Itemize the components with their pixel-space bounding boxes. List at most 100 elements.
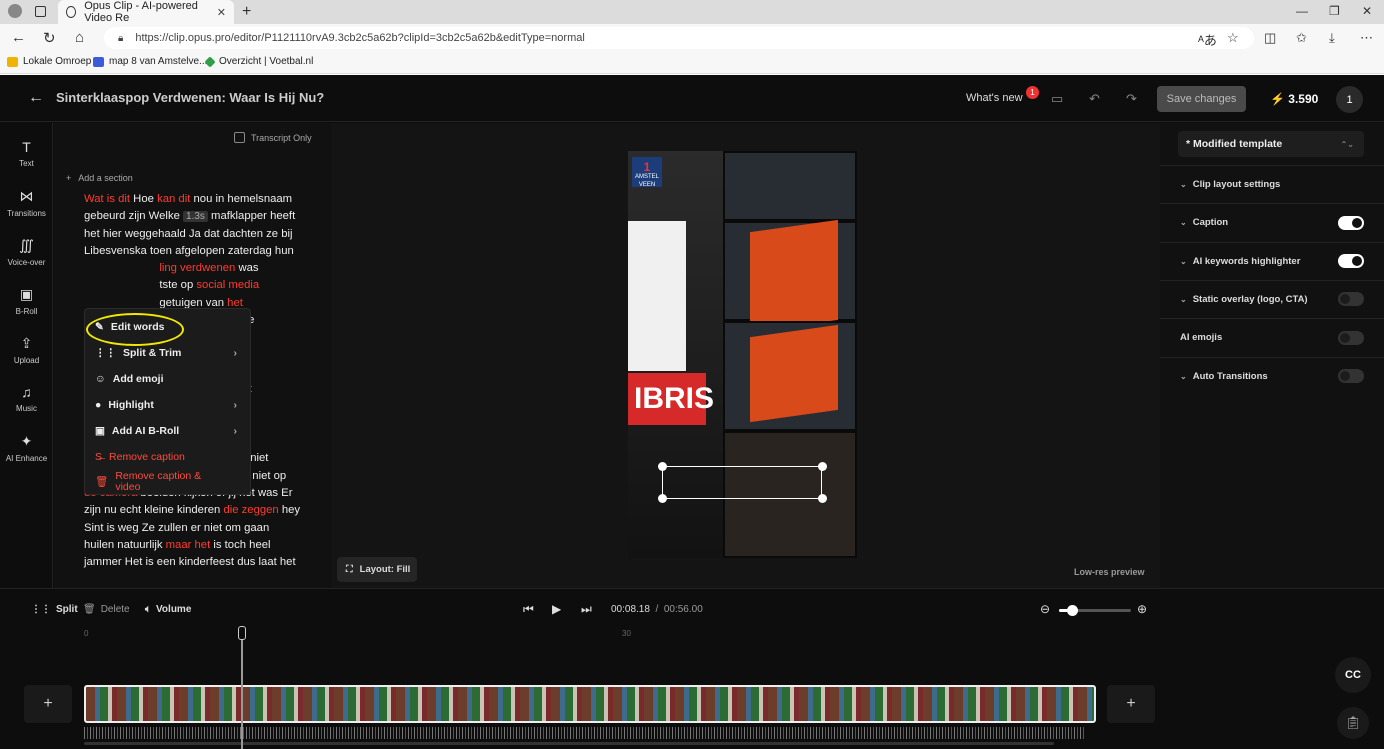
zoom-slider[interactable] <box>1059 605 1131 616</box>
transcript-word[interactable]: gebeurd zijn Welke <box>84 210 183 222</box>
close-window-icon[interactable]: ✕ <box>1362 4 1372 18</box>
back-arrow-icon[interactable]: ← <box>28 89 44 107</box>
delete-button[interactable]: 🗑︎ Delete <box>83 604 130 615</box>
save-changes-button[interactable]: Save changes <box>1157 86 1246 112</box>
transcript-line[interactable]: tste op social media <box>84 277 324 294</box>
skip-back-icon[interactable]: ⏮ <box>523 602 534 617</box>
sidebar-item-voice-over[interactable]: ∭ Voice-over <box>0 237 53 267</box>
transcript-word[interactable]: getuigen van <box>84 297 227 309</box>
home-icon[interactable]: ⌂ <box>75 29 84 46</box>
toggle-switch[interactable] <box>1338 292 1364 307</box>
keyword-highlight[interactable]: Wat is dit <box>84 193 130 205</box>
favorites-icon[interactable]: ✩ <box>1296 30 1307 46</box>
skip-forward-icon[interactable]: ⏭ <box>581 602 592 617</box>
keyword-highlight[interactable]: het <box>227 297 243 309</box>
keyword-highlight[interactable]: social media <box>196 279 259 291</box>
transcript-line[interactable]: gebeurd zijn Welke 1.3s mafklapper heeft <box>84 208 324 225</box>
sidebar-item-text[interactable]: T Text <box>0 139 53 168</box>
sidebar-item-ai-enhance[interactable]: ✦ AI Enhance <box>0 433 53 463</box>
profile-icon[interactable] <box>8 4 22 18</box>
add-clip-before-button[interactable]: + <box>24 685 72 723</box>
resize-handle[interactable] <box>658 494 667 503</box>
keyword-highlight[interactable]: ling verdwenen <box>159 262 235 274</box>
bookmark-lokale-omroep[interactable]: Lokale Omroep <box>7 56 91 67</box>
transcript-word[interactable]: Sint is weg Ze zullen er niet om gaan <box>84 522 269 534</box>
downloads-icon[interactable]: ⤓ <box>1329 30 1335 46</box>
volume-button[interactable]: 🔈︎ Volume <box>145 604 191 615</box>
lock-icon[interactable]: 🔒︎ <box>118 33 123 44</box>
url-field[interactable]: 🔒︎ https://clip.opus.pro/editor/P1121110… <box>104 27 1254 49</box>
transcript-line[interactable]: zijn nu echt kleine kinderen die zeggen … <box>84 502 324 519</box>
setting-row[interactable]: ⌄ AI keywords highlighter <box>1160 241 1384 280</box>
transcript-line[interactable]: jammer Het is een kinderfeest dus laat h… <box>84 554 324 571</box>
toggle-switch[interactable] <box>1338 369 1364 383</box>
transcript-line[interactable]: Libesvenska toen afgelopen zaterdag hun <box>84 243 324 260</box>
video-frame[interactable]: IBRIS 1 AMSTEL VEEN <box>628 151 857 558</box>
add-emoji-item[interactable]: ☺ Add emoji <box>95 373 245 385</box>
transcript-line[interactable]: het hier weggehaald Ja dat dachten ze bi… <box>84 226 324 243</box>
avatar[interactable]: 1 <box>1336 86 1363 113</box>
transcript-word[interactable]: jammer Het is een kinderfeest dus laat h… <box>84 556 296 568</box>
remove-caption-item[interactable]: S̶ Remove caption <box>95 451 245 463</box>
sidebar-item-upload[interactable]: ⇪ Upload <box>0 335 53 365</box>
new-tab-icon[interactable]: + <box>242 3 251 21</box>
reload-icon[interactable]: ↻ <box>43 29 56 47</box>
play-icon[interactable]: ▶ <box>552 602 561 616</box>
transcript-word[interactable]: mafklapper heeft <box>208 210 295 222</box>
sidebar-item-music[interactable]: ♫ Music <box>0 384 53 413</box>
timeline-scrollbar[interactable] <box>84 742 1054 745</box>
remove-caption-video-item[interactable]: 🗑︎ Remove caption & video <box>95 471 205 493</box>
resize-handle[interactable] <box>818 494 827 503</box>
sidebar-item-transitions[interactable]: ⋈ Transitions <box>0 188 53 218</box>
transcript-word[interactable]: huilen natuurlijk <box>84 539 166 551</box>
translate-icon[interactable]: ᴬあ <box>1198 30 1217 49</box>
transcript-word[interactable] <box>84 262 159 274</box>
clipboard-icon[interactable]: 📋︎ <box>1337 707 1369 739</box>
transcript-word[interactable]: hey <box>279 504 300 516</box>
highlight-item[interactable]: ● Highlight › <box>95 399 245 411</box>
setting-row[interactable]: ⌄ Static overlay (logo, CTA) <box>1160 279 1384 318</box>
captions-toggle-button[interactable]: CC <box>1335 657 1371 693</box>
credits-counter[interactable]: ⚡ 3.590 <box>1270 92 1318 106</box>
toggle-switch[interactable] <box>1338 330 1364 345</box>
zoom-out-icon[interactable]: ⊖ <box>1040 602 1050 616</box>
transcript-word[interactable]: Libesvenska toen afgelopen zaterdag hun <box>84 245 294 257</box>
toggle-switch[interactable] <box>1338 254 1364 269</box>
playhead-handle[interactable] <box>238 626 246 640</box>
transcript-word[interactable]: nou in hemelsnaam <box>190 193 292 205</box>
browser-tab[interactable]: Opus Clip - AI-powered Video Re ✕ <box>58 0 234 24</box>
caption-bounding-box[interactable] <box>662 466 822 499</box>
checkbox-icon[interactable] <box>234 132 245 143</box>
zoom-slider-knob[interactable] <box>1066 605 1078 616</box>
layout-fill-button[interactable]: ⛶ Layout: Fill <box>337 557 417 582</box>
transcript-line[interactable]: ling verdwenen was <box>84 260 324 277</box>
transcript-line[interactable]: huilen natuurlijk maar het is toch heel <box>84 537 324 554</box>
transcript-word[interactable]: het hier weggehaald Ja dat dachten ze bi… <box>84 228 293 240</box>
aspect-ratio-icon[interactable]: ▭ <box>1051 91 1063 107</box>
add-clip-after-button[interactable]: + <box>1107 685 1155 723</box>
setting-row[interactable]: ⌄ Caption <box>1160 203 1384 241</box>
split-trim-item[interactable]: ⋮⋮ Split & Trim › <box>95 347 245 359</box>
video-track-strip[interactable] <box>84 685 1096 723</box>
zoom-in-icon[interactable]: ⊕ <box>1137 602 1147 616</box>
add-section-button[interactable]: + Add a section <box>66 173 133 183</box>
whats-new-link[interactable]: What's new <box>966 92 1023 104</box>
template-select[interactable]: * Modified template ⌃⌄ <box>1178 131 1364 157</box>
undo-icon[interactable]: ↶ <box>1089 91 1100 107</box>
transcript-word[interactable]: is toch heel <box>210 539 270 551</box>
transcript-word[interactable]: was <box>235 262 258 274</box>
transcript-line[interactable]: Sint is weg Ze zullen er niet om gaan <box>84 520 324 537</box>
toggle-switch[interactable] <box>1338 215 1364 230</box>
tab-actions-icon[interactable] <box>35 6 46 17</box>
resize-handle[interactable] <box>818 462 827 471</box>
setting-row[interactable]: ⌄ Auto Transitions <box>1160 356 1384 395</box>
bookmark-voetbal[interactable]: Overzicht | Voetbal.nl <box>204 55 313 68</box>
add-broll-item[interactable]: ▣ Add AI B-Roll › <box>95 425 245 437</box>
back-icon[interactable]: ← <box>11 29 26 46</box>
minimize-icon[interactable]: — <box>1296 4 1308 18</box>
redo-icon[interactable]: ↷ <box>1126 91 1137 107</box>
transcript-word[interactable]: Hoe <box>130 193 157 205</box>
split-screen-icon[interactable]: ◫ <box>1264 30 1276 46</box>
keyword-highlight[interactable]: kan dit <box>157 193 190 205</box>
resize-handle[interactable] <box>658 462 667 471</box>
